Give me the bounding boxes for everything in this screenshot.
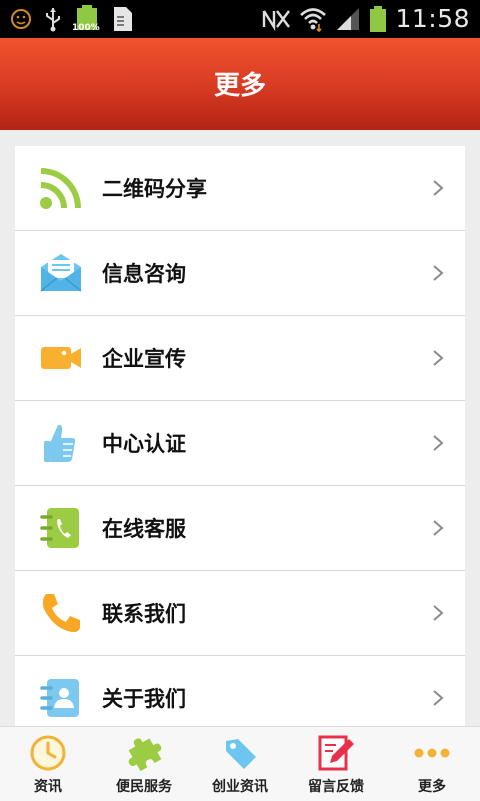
battery-full-icon: 100% <box>72 4 100 34</box>
title-bar: 更多 <box>0 38 480 130</box>
page-title: 更多 <box>213 71 266 101</box>
chevron-right-icon <box>433 180 444 196</box>
contact-card-icon <box>40 679 79 717</box>
envelope-icon <box>40 254 82 292</box>
status-bar-right: 11:58 <box>261 4 470 33</box>
puzzle-icon <box>128 738 162 772</box>
edit-icon <box>318 735 354 771</box>
tag-icon <box>226 739 256 769</box>
rss-icon <box>40 168 81 209</box>
menu-item-label: 在线客服 <box>102 517 186 541</box>
chevron-right-icon <box>433 350 444 366</box>
clock-icon <box>30 735 66 771</box>
menu-item-online-service[interactable]: 在线客服 <box>15 486 465 571</box>
nav-label: 便民服务 <box>116 779 172 795</box>
usb-icon <box>46 8 60 32</box>
nav-label: 更多 <box>418 779 446 795</box>
menu-item-label: 联系我们 <box>102 602 186 626</box>
battery-status-icon <box>370 5 387 32</box>
more-dots-icon <box>414 748 450 758</box>
thumbs-up-icon <box>44 424 76 462</box>
phone-book-icon <box>40 508 79 548</box>
nav-tab-services[interactable]: 便民服务 <box>96 727 192 801</box>
chevron-right-icon <box>433 520 444 536</box>
no-signal-nfc-icon <box>263 9 291 31</box>
chevron-right-icon <box>433 605 444 621</box>
nav-label: 资讯 <box>34 779 62 795</box>
battery-percent-text: 100% <box>72 23 100 33</box>
nav-label: 创业资讯 <box>212 779 268 795</box>
nav-tab-feedback[interactable]: 留言反馈 <box>288 727 384 801</box>
phone-icon <box>42 594 80 633</box>
menu-item-label: 信息咨询 <box>102 262 186 286</box>
status-time: 11:58 <box>395 4 470 33</box>
document-icon <box>114 7 132 31</box>
status-bar: 100% 11:58 <box>0 0 480 38</box>
nav-tab-more[interactable]: 更多 <box>384 727 480 801</box>
cellular-signal-icon <box>337 7 360 30</box>
menu-item-label: 中心认证 <box>102 432 186 456</box>
menu-item-contact-us[interactable]: 联系我们 <box>15 571 465 656</box>
bottom-nav: 资讯 便民服务 创业资讯 留言反馈 更多 <box>0 726 480 801</box>
menu-item-qr-share[interactable]: 二维码分享 <box>15 146 465 231</box>
nav-label: 留言反馈 <box>308 779 364 795</box>
status-bar-left: 100% <box>10 4 134 34</box>
face-notification-icon <box>11 9 31 29</box>
nav-tab-startup[interactable]: 创业资讯 <box>192 727 288 801</box>
menu-item-label: 关于我们 <box>102 687 186 711</box>
video-camera-icon <box>41 347 81 369</box>
chevron-right-icon <box>433 435 444 451</box>
chevron-right-icon <box>433 265 444 281</box>
nav-tab-news[interactable]: 资讯 <box>0 727 96 801</box>
wifi-icon <box>300 7 327 32</box>
chevron-right-icon <box>433 690 444 706</box>
menu-item-company-promo[interactable]: 企业宣传 <box>15 316 465 401</box>
menu-item-info-consult[interactable]: 信息咨询 <box>15 231 465 316</box>
menu-item-center-cert[interactable]: 中心认证 <box>15 401 465 486</box>
menu-item-label: 企业宣传 <box>102 347 186 371</box>
menu-item-label: 二维码分享 <box>102 177 207 201</box>
menu-list: 二维码分享 信息咨询 企业宣传 中心认证 在线客服 联系我们 关于我们 <box>15 146 465 741</box>
